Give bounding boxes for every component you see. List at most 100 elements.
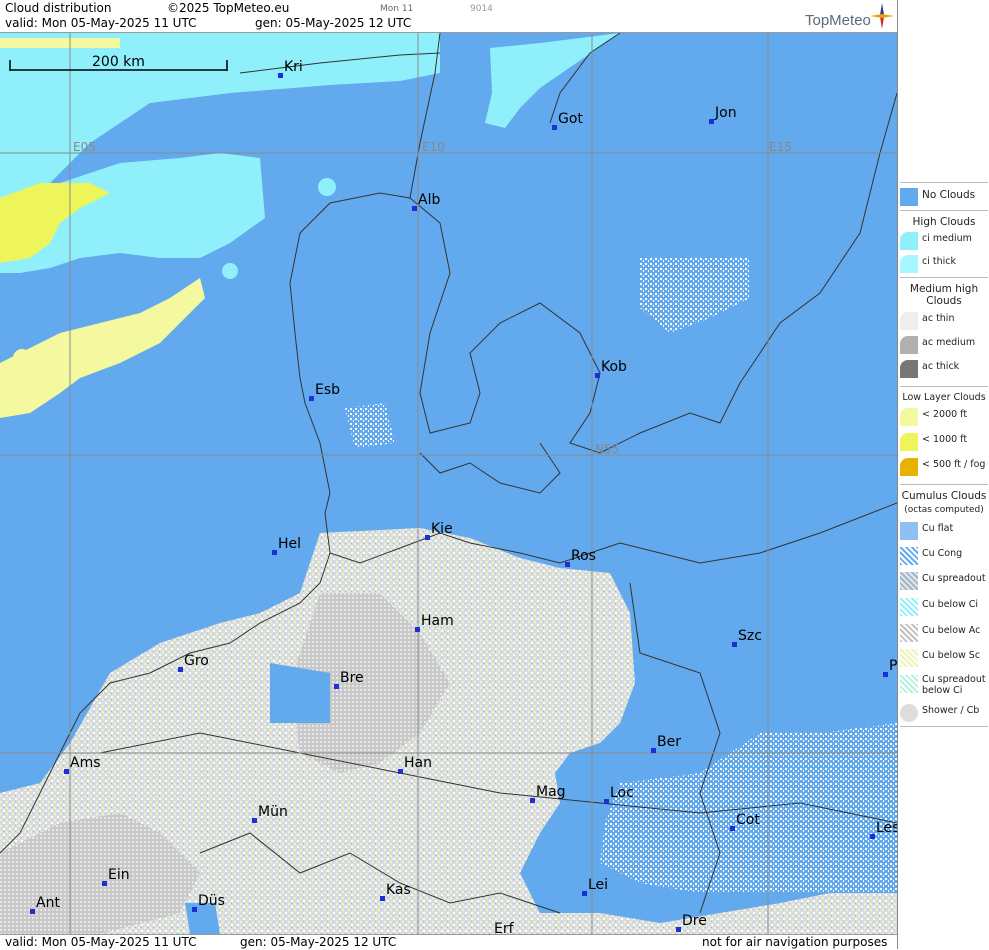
city-marker-lei xyxy=(582,891,587,896)
city-marker-got xyxy=(552,125,557,130)
legend-cu-below-sc: Cu below Sc xyxy=(898,647,989,669)
topmeteo-logo: TopMeteo xyxy=(805,12,871,29)
legend-medium-title: Medium high Clouds xyxy=(909,283,979,307)
city-label-kas: Kas xyxy=(386,882,411,898)
legend-panel: No Clouds High Clouds ci medium ci thick… xyxy=(897,0,989,949)
city-marker-esb xyxy=(309,396,314,401)
city-label-esb: Esb xyxy=(315,382,340,398)
city-label-bre: Bre xyxy=(340,670,364,686)
city-label-ant: Ant xyxy=(36,895,60,911)
city-marker-p xyxy=(883,672,888,677)
city-marker-jon xyxy=(709,119,714,124)
legend-cu-below-ci: Cu below Ci xyxy=(898,596,989,618)
city-label-mag: Mag xyxy=(536,784,566,800)
city-label-han: Han xyxy=(404,755,432,771)
city-marker-ams xyxy=(64,769,69,774)
city-label-erf: Erf xyxy=(494,921,515,934)
city-marker-mag xyxy=(530,798,535,803)
product-code: 9014 xyxy=(470,4,493,14)
city-marker-kri xyxy=(278,73,283,78)
legend-ac-thick: ac thick xyxy=(898,358,989,380)
map-header: Cloud distribution ©2025 TopMeteo.eu Mon… xyxy=(0,0,897,33)
map-footer: valid: Mon 05-May-2025 11 UTC gen: 05-Ma… xyxy=(0,934,897,950)
footer-valid-time: valid: Mon 05-May-2025 11 UTC xyxy=(5,935,197,949)
product-title: Cloud distribution xyxy=(5,1,112,15)
city-marker-düs xyxy=(192,907,197,912)
legend-ci-medium: ci medium xyxy=(898,230,989,252)
city-label-ein: Ein xyxy=(108,867,130,883)
city-label-kob: Kob xyxy=(601,359,627,375)
city-label-cot: Cot xyxy=(736,812,760,828)
city-label-kie: Kie xyxy=(431,521,453,537)
swatch-no-clouds xyxy=(900,188,918,206)
city-marker-bre xyxy=(334,684,339,689)
legend-no-clouds: No Clouds xyxy=(898,186,989,208)
legend-cu-title: Cumulus Clouds xyxy=(901,490,987,502)
city-label-ham: Ham xyxy=(421,613,454,629)
scale-label: 200 km xyxy=(92,54,145,70)
city-label-p: P xyxy=(889,658,897,674)
city-label-jon: Jon xyxy=(714,105,737,121)
city-marker-alb xyxy=(412,206,417,211)
run-label: Mon 11 xyxy=(380,4,414,14)
city-label-dre: Dre xyxy=(682,913,707,929)
map-canvas: E05 E10 E15 N55 200 km Kri Got Jon Alb Kob Es… xyxy=(0,33,897,934)
grid-label-n55: N55 xyxy=(595,442,619,456)
city-marker-ber xyxy=(651,748,656,753)
disclaimer: not for air navigation purposes xyxy=(702,935,888,949)
legend-low-2000: < 2000 ft xyxy=(898,406,989,428)
city-label-alb: Alb xyxy=(418,192,440,208)
city-marker-les xyxy=(870,834,875,839)
city-marker-dre xyxy=(676,927,681,932)
grid-label-e15: E15 xyxy=(769,140,792,154)
legend-high-title: High Clouds xyxy=(912,216,976,228)
city-label-ros: Ros xyxy=(571,548,596,564)
city-marker-kob xyxy=(595,373,600,378)
legend-cu-sub: (octas computed) xyxy=(904,505,984,515)
copyright: ©2025 TopMeteo.eu xyxy=(167,1,290,15)
city-label-lei: Lei xyxy=(588,877,608,893)
legend-cu-cong: Cu Cong xyxy=(898,545,989,567)
grid-label-e05: E05 xyxy=(73,140,96,154)
city-marker-ant xyxy=(30,909,35,914)
cloud-map[interactable]: E05 E10 E15 N55 200 km Kri Got Jon Alb Kob Es… xyxy=(0,33,897,934)
city-marker-kas xyxy=(380,896,385,901)
city-marker-cot xyxy=(730,826,735,831)
city-label-les: Les xyxy=(876,820,897,836)
legend-cu-flat: Cu flat xyxy=(898,520,989,542)
cumulus-areas xyxy=(0,258,897,934)
city-marker-ros xyxy=(565,562,570,567)
legend-cu-spread-ci: Cu spreadout below Ci xyxy=(898,673,989,701)
legend-low-1000: < 1000 ft xyxy=(898,431,989,453)
city-label-ber: Ber xyxy=(657,734,681,750)
legend-shower: Shower / Cb xyxy=(898,702,989,724)
grid-label-e10: E10 xyxy=(422,140,445,154)
city-label-kri: Kri xyxy=(284,59,303,75)
city-marker-han xyxy=(398,769,403,774)
legend-ci-thick: ci thick xyxy=(898,253,989,275)
gen-time: gen: 05-May-2025 12 UTC xyxy=(255,16,412,30)
city-label-loc: Loc xyxy=(610,785,634,801)
legend-low-500: < 500 ft / fog xyxy=(898,456,989,478)
city-label-mün: Mün xyxy=(258,804,288,820)
city-marker-ein xyxy=(102,881,107,886)
valid-time: valid: Mon 05-May-2025 11 UTC xyxy=(5,16,197,30)
city-label-szc: Szc xyxy=(738,628,762,644)
city-label-got: Got xyxy=(558,111,583,127)
city-label-ams: Ams xyxy=(70,755,101,771)
legend-cu-spread: Cu spreadout xyxy=(898,570,989,592)
city-marker-szc xyxy=(732,642,737,647)
city-marker-hel xyxy=(272,550,277,555)
legend-low-title: Low Layer Clouds xyxy=(902,392,986,403)
city-marker-kie xyxy=(425,535,430,540)
legend-ac-medium: ac medium xyxy=(898,334,989,356)
city-marker-gro xyxy=(178,667,183,672)
legend-cu-below-ac: Cu below Ac xyxy=(898,622,989,644)
city-label-gro: Gro xyxy=(184,653,209,669)
city-marker-ham xyxy=(415,627,420,632)
city-marker-loc xyxy=(604,799,609,804)
city-label-hel: Hel xyxy=(278,536,301,552)
city-label-düs: Düs xyxy=(198,893,225,909)
footer-gen-time: gen: 05-May-2025 12 UTC xyxy=(240,935,397,949)
legend-ac-thin: ac thin xyxy=(898,310,989,332)
